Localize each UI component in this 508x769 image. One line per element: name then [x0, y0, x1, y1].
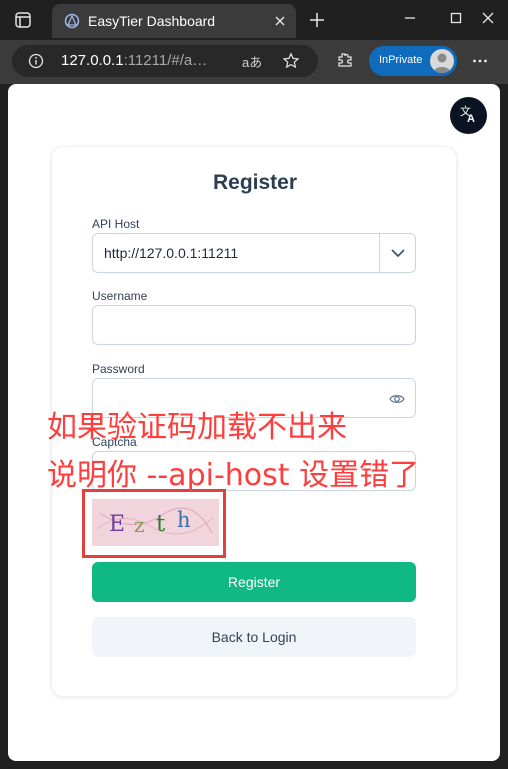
page-title: Register	[212, 171, 298, 194]
tab-favicon-icon	[64, 13, 80, 29]
window-close-icon[interactable]	[480, 10, 496, 26]
svg-text:A: A	[467, 113, 475, 125]
username-field[interactable]	[92, 305, 416, 345]
captcha-char: E	[109, 512, 125, 537]
extensions-icon[interactable]	[336, 51, 354, 69]
address-bar[interactable]: 127.0.0.1:11211/#/a… aあ	[12, 45, 318, 77]
inprivate-label: InPrivate	[379, 54, 423, 66]
url-path: :11211/#/a…	[123, 52, 208, 69]
inprivate-badge[interactable]: InPrivate	[369, 46, 457, 76]
more-icon[interactable]	[471, 52, 489, 70]
translate-icon[interactable]: 文 A	[450, 97, 487, 134]
favorite-icon[interactable]	[282, 52, 300, 70]
register-button[interactable]: Register	[92, 562, 416, 602]
tab-title: EasyTier Dashboard	[88, 13, 216, 29]
chevron-down-icon[interactable]	[379, 234, 415, 272]
address-bar-row: 127.0.0.1:11211/#/a… aあ InPrivate	[0, 40, 508, 84]
captcha-char: t	[156, 511, 166, 537]
eye-icon[interactable]	[389, 391, 405, 407]
back-to-login-button[interactable]: Back to Login	[92, 617, 416, 657]
api-host-label: API Host	[92, 217, 140, 231]
annotation-line-2: 说明你 --api-host 设置错了	[47, 458, 420, 493]
plus-icon[interactable]	[308, 11, 326, 29]
api-host-value: http://127.0.0.1:11211	[104, 245, 239, 261]
read-aloud-button[interactable]: aあ	[242, 52, 262, 71]
annotation-line-1: 如果验证码加载不出来	[47, 410, 347, 445]
api-host-select[interactable]: http://127.0.0.1:11211	[92, 233, 416, 273]
maximize-icon[interactable]	[448, 10, 464, 26]
captcha-char: h	[177, 508, 191, 532]
avatar	[430, 49, 454, 73]
close-icon[interactable]	[274, 14, 286, 26]
url-text: 127.0.0.1:11211/#/a…	[61, 52, 207, 69]
username-label: Username	[92, 289, 148, 303]
info-icon[interactable]	[28, 53, 44, 69]
captcha-char: z	[134, 513, 145, 537]
tab-actions-icon[interactable]	[14, 11, 32, 29]
browser-tab[interactable]: EasyTier Dashboard	[52, 4, 296, 38]
captcha-image[interactable]: E z t h	[92, 499, 219, 546]
tab-bar: EasyTier Dashboard	[0, 0, 508, 40]
minimize-icon[interactable]	[402, 10, 418, 26]
url-host: 127.0.0.1	[61, 52, 124, 69]
password-label: Password	[92, 362, 145, 376]
